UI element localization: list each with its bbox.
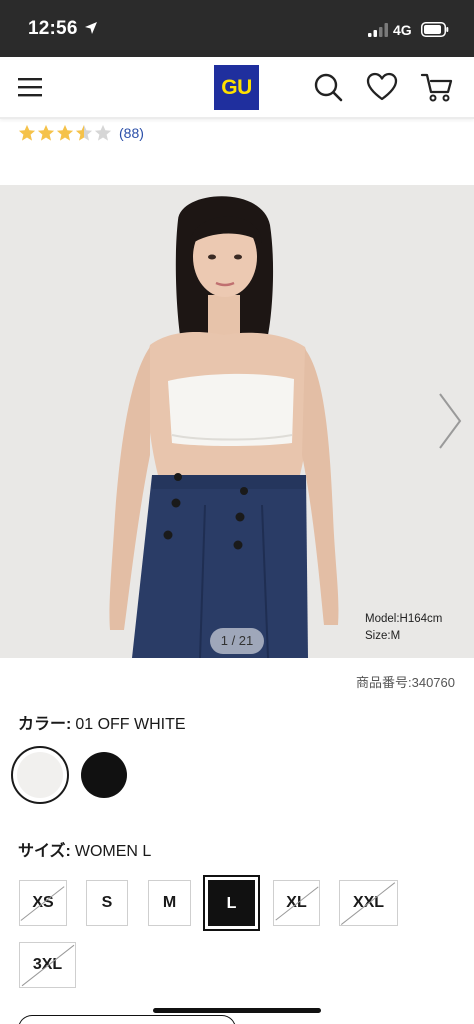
star-half-icon: [75, 124, 93, 141]
product-rating[interactable]: (88): [18, 122, 144, 144]
app-header: GU: [0, 57, 474, 119]
model-info: Model:H164cm Size:M: [365, 611, 442, 645]
model-size: Size:M: [365, 630, 401, 642]
location-arrow-icon: [85, 22, 97, 34]
next-image-arrow-icon[interactable]: [434, 390, 464, 452]
review-count[interactable]: (88): [119, 125, 144, 141]
status-bar: 12:56 4G: [0, 0, 474, 57]
search-icon[interactable]: [312, 71, 344, 103]
color-value: 01 OFF WHITE: [75, 716, 186, 733]
star-full-icon: [18, 124, 36, 141]
size-selector-label: サイズ: WOMEN L: [18, 837, 151, 861]
star-full-icon: [37, 124, 55, 141]
color-swatch-black[interactable]: [81, 752, 127, 798]
size-button-s[interactable]: S: [86, 880, 128, 926]
network-type: 4G: [393, 22, 412, 38]
color-swatch-off-white[interactable]: [17, 752, 63, 798]
star-empty-icon: [94, 124, 112, 141]
status-time: 12:56: [28, 18, 78, 39]
product-number: 商品番号:340760: [356, 675, 455, 690]
action-button-partial[interactable]: [18, 1015, 236, 1024]
heart-icon[interactable]: [366, 72, 398, 102]
size-button-xl[interactable]: XL: [273, 880, 320, 926]
size-button-l[interactable]: L: [208, 880, 255, 926]
size-button-m[interactable]: M: [148, 880, 191, 926]
signal-icon: [368, 23, 388, 37]
size-button-3xl[interactable]: 3XL: [19, 942, 76, 988]
size-button-xs[interactable]: XS: [19, 880, 67, 926]
cart-icon[interactable]: [420, 70, 454, 104]
home-indicator: [153, 1008, 321, 1013]
image-pager: 1 / 21: [210, 628, 264, 654]
size-label: サイズ:: [18, 843, 71, 860]
size-button-xxl[interactable]: XXL: [339, 880, 398, 926]
size-value: WOMEN L: [74, 843, 152, 860]
model-photo: [0, 185, 474, 658]
star-full-icon: [56, 124, 74, 141]
color-selector-label: カラー: 01 OFF WHITE: [18, 710, 186, 734]
color-label: カラー:: [18, 716, 72, 733]
hamburger-menu-icon[interactable]: [16, 73, 44, 101]
gu-logo[interactable]: GU: [214, 65, 259, 110]
model-height: Model:H164cm: [365, 613, 443, 625]
battery-icon: [421, 22, 449, 37]
product-image-gallery[interactable]: Model:H164cm Size:M 1 / 21: [0, 185, 474, 658]
